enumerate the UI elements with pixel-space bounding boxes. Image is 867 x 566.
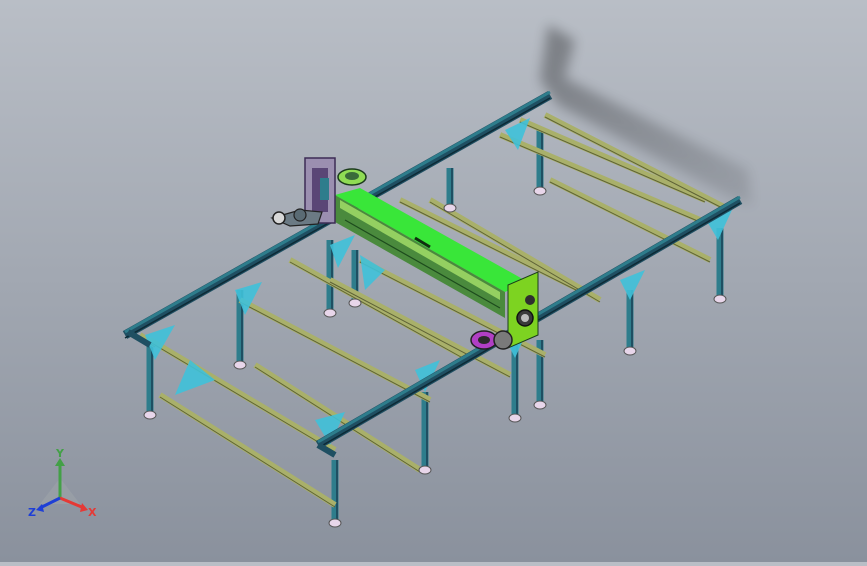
frame-crossbars [138,112,732,508]
foot [233,360,247,370]
foot [418,465,432,475]
y-axis-label: Y [55,448,65,460]
foot [323,308,337,318]
3d-viewport[interactable] [0,0,867,562]
gusset [330,235,355,268]
foot [443,203,457,213]
orientation-triad[interactable]: Y X Z [26,447,106,524]
z-axis-label: Z [28,506,36,519]
foot [623,346,637,356]
model-canvas[interactable] [0,0,867,562]
foot [533,400,547,410]
foot [713,294,727,304]
foot [508,413,522,423]
foot [143,410,157,420]
foot [533,186,547,196]
gusset [360,255,385,290]
model-shadow [540,25,752,205]
crossbar-edge [159,396,336,508]
frame-legs [146,130,724,520]
x-axis-label: X [88,506,97,519]
gusset [175,360,215,395]
foot [348,298,362,308]
foot [328,518,342,528]
crossbar [158,392,337,508]
x-arrow-icon [80,503,88,512]
